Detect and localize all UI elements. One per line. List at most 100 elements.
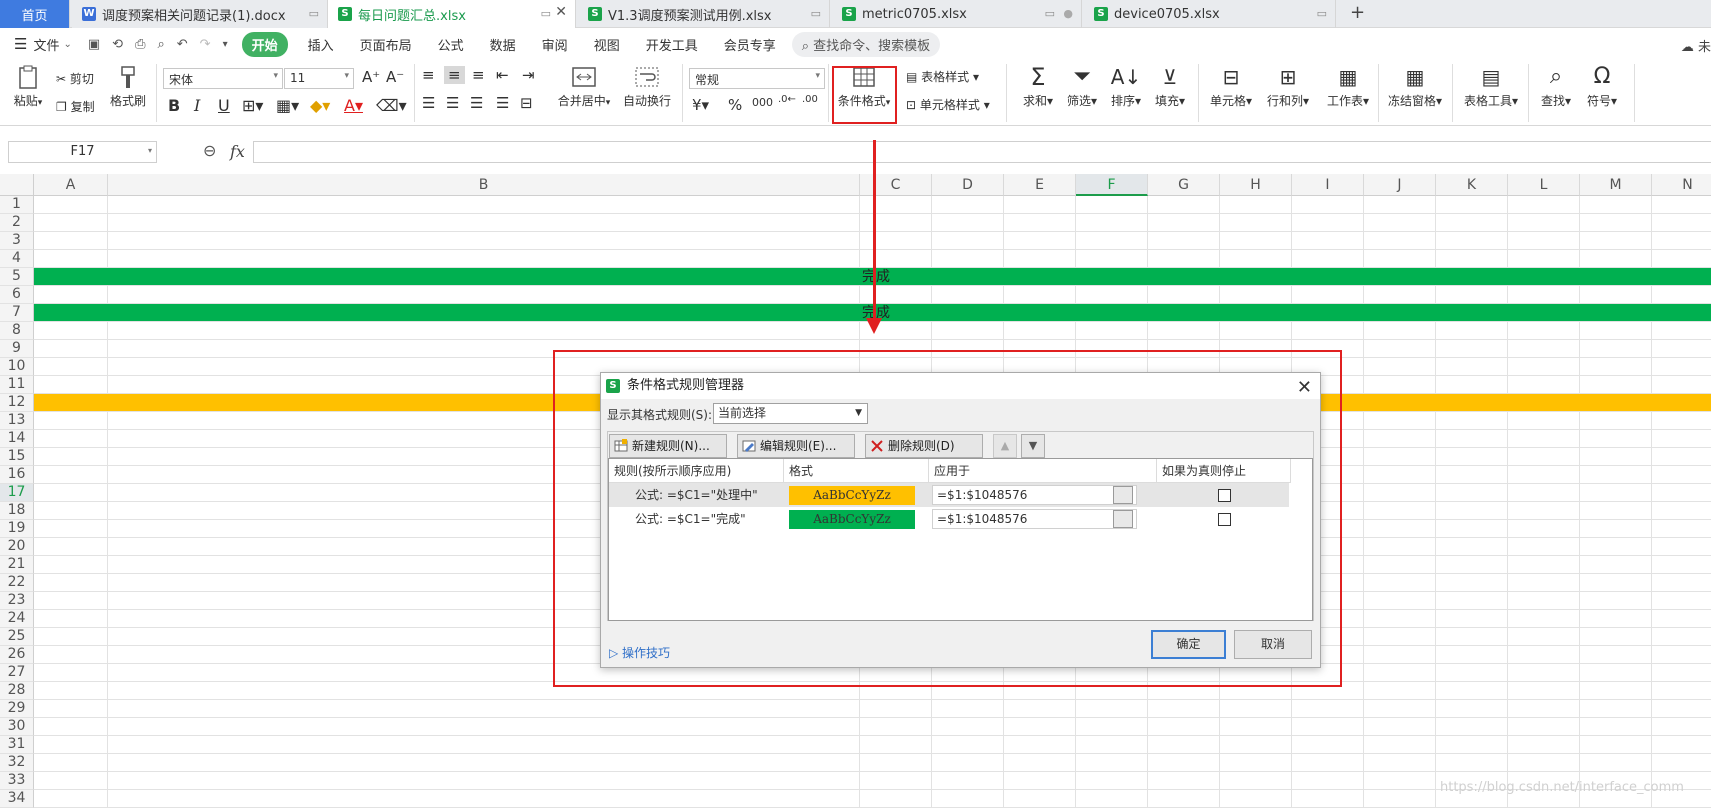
range-select-icon[interactable] <box>1113 486 1133 504</box>
increase-indent-icon[interactable]: ⇥ <box>522 66 535 84</box>
monitor-icon[interactable]: ▭ <box>309 7 319 20</box>
row-header-26[interactable]: 26 <box>0 646 34 664</box>
menu-developer[interactable]: 开发工具 <box>646 35 698 54</box>
row-header-24[interactable]: 24 <box>0 610 34 628</box>
row-header-28[interactable]: 28 <box>0 682 34 700</box>
row-header-7[interactable]: 7 <box>0 304 34 322</box>
find-button[interactable]: ⌕ 查找▾ <box>1536 64 1576 109</box>
eraser-icon[interactable]: ⌫▾ <box>376 96 407 115</box>
fx-icon[interactable]: fx <box>230 142 245 161</box>
row-header-1[interactable]: 1 <box>0 196 34 214</box>
table-tools-button[interactable]: ▤ 表格工具▾ <box>1460 64 1522 109</box>
delete-rule-button[interactable]: 删除规则(D) <box>865 434 983 458</box>
cell-c5[interactable]: 完成 <box>858 266 894 286</box>
column-header-i[interactable]: I <box>1292 174 1364 196</box>
row-header-22[interactable]: 22 <box>0 574 34 592</box>
tab-test-cases[interactable]: S V1.3调度预案测试用例.xlsx ▭ <box>578 0 830 28</box>
tips-link[interactable]: ▷ 操作技巧 <box>609 644 670 661</box>
column-header-g[interactable]: G <box>1148 174 1220 196</box>
menu-insert[interactable]: 插入 <box>308 35 334 54</box>
row-header-6[interactable]: 6 <box>0 286 34 304</box>
row-header-14[interactable]: 14 <box>0 430 34 448</box>
sum-button[interactable]: Σ 求和▾ <box>1018 64 1058 109</box>
formula-input[interactable] <box>253 141 1711 163</box>
merge-center-button[interactable]: 合并居中▾ <box>555 64 613 109</box>
grid-row-32[interactable] <box>34 754 1711 772</box>
justify-icon[interactable]: ☰ <box>496 94 509 112</box>
align-bottom-icon[interactable]: ≡ <box>472 66 485 84</box>
print-icon[interactable]: ⎙ <box>135 37 145 52</box>
row-header-34[interactable]: 34 <box>0 790 34 808</box>
column-header-j[interactable]: J <box>1364 174 1436 196</box>
row-header-5[interactable]: 5 <box>0 268 34 286</box>
column-header-m[interactable]: M <box>1580 174 1652 196</box>
paste-button[interactable]: 粘贴▾ <box>10 64 46 109</box>
column-header-c[interactable]: C <box>860 174 932 196</box>
cell-style-button[interactable]: ⊡ 单元格样式 ▾ <box>906 96 990 113</box>
monitor-icon[interactable]: ▭ <box>811 7 821 20</box>
align-left-icon[interactable]: ☰ <box>422 94 435 112</box>
tab-device[interactable]: S device0705.xlsx ▭ <box>1084 0 1336 28</box>
menu-member[interactable]: 会员专享 <box>724 35 776 54</box>
column-header-b[interactable]: B <box>108 174 860 196</box>
hamburger-icon[interactable]: ☰ <box>14 35 27 53</box>
decrease-indent-icon[interactable]: ⇤ <box>496 66 509 84</box>
new-tab-button[interactable]: + <box>1350 2 1365 23</box>
border-icon[interactable]: ⊞▾ <box>242 96 263 115</box>
row-header-12[interactable]: 12 <box>0 394 34 412</box>
row-header-19[interactable]: 19 <box>0 520 34 538</box>
font-name-select[interactable]: 宋体 ▾ <box>163 68 283 89</box>
row-header-11[interactable]: 11 <box>0 376 34 394</box>
column-header-h[interactable]: H <box>1220 174 1292 196</box>
menu-start[interactable]: 开始 <box>241 31 288 57</box>
row-header-13[interactable]: 13 <box>0 412 34 430</box>
font-color-icon[interactable]: A▾ <box>344 96 363 115</box>
row-header-2[interactable]: 2 <box>0 214 34 232</box>
row-header-18[interactable]: 18 <box>0 502 34 520</box>
applies-to-input[interactable]: =$1:$1048576 <box>932 509 1137 529</box>
column-header-e[interactable]: E <box>1004 174 1076 196</box>
align-top-icon[interactable]: ≡ <box>422 66 435 84</box>
undo-icon[interactable]: ↶ <box>177 37 188 52</box>
close-tab-icon[interactable]: ✕ <box>555 4 567 20</box>
monitor-icon[interactable]: ▭ <box>1317 7 1327 20</box>
decrease-decimal-icon[interactable]: .00 <box>802 94 818 105</box>
freeze-panes-button[interactable]: ▦ 冻结窗格▾ <box>1384 64 1446 109</box>
currency-icon[interactable]: ¥▾ <box>692 96 709 114</box>
grid-row-29[interactable] <box>34 700 1711 718</box>
column-header-a[interactable]: A <box>34 174 108 196</box>
distributed-align-icon[interactable]: ⊟ <box>520 94 533 112</box>
show-rules-select[interactable]: 当前选择 ▼ <box>713 403 868 424</box>
row-col-button[interactable]: ⊞ 行和列▾ <box>1262 64 1314 109</box>
menu-view[interactable]: 视图 <box>594 35 620 54</box>
cell-fill-pattern-icon[interactable]: ▦▾ <box>276 96 299 115</box>
row-header-3[interactable]: 3 <box>0 232 34 250</box>
move-down-button[interactable]: ▼ <box>1021 434 1045 458</box>
increase-font-icon[interactable]: A⁺ <box>362 68 380 86</box>
row-header-32[interactable]: 32 <box>0 754 34 772</box>
worksheet-button[interactable]: ▦ 工作表▾ <box>1320 64 1376 109</box>
monitor-icon[interactable]: ▭ <box>541 7 551 20</box>
increase-decimal-icon[interactable]: .0← <box>778 94 796 105</box>
tab-daily-issues[interactable]: S 每日问题汇总.xlsx ▭ ✕ <box>328 0 576 28</box>
align-right-icon[interactable]: ☰ <box>470 94 483 112</box>
move-up-button[interactable]: ▲ <box>993 434 1017 458</box>
thousands-icon[interactable]: 000 <box>752 96 773 109</box>
row-header-23[interactable]: 23 <box>0 592 34 610</box>
filter-button[interactable]: ⏷ 筛选▾ <box>1062 64 1102 109</box>
row-header-25[interactable]: 25 <box>0 628 34 646</box>
row-header-21[interactable]: 21 <box>0 556 34 574</box>
tab-home[interactable]: 首页 <box>0 0 70 28</box>
table-style-button[interactable]: ▤ 表格样式 ▾ <box>906 68 979 85</box>
menu-data[interactable]: 数据 <box>490 35 516 54</box>
tab-docx[interactable]: W 调度预案相关问题记录(1).docx ▭ <box>72 0 328 28</box>
italic-button[interactable]: I <box>194 96 200 115</box>
menu-page-layout[interactable]: 页面布局 <box>360 35 412 54</box>
ok-button[interactable]: 确定 <box>1151 630 1226 659</box>
chevron-down-icon[interactable]: ▾ <box>148 146 152 155</box>
applies-to-input[interactable]: =$1:$1048576 <box>932 485 1137 505</box>
close-icon[interactable]: ✕ <box>1297 375 1312 401</box>
font-size-select[interactable]: 11 ▾ <box>284 68 354 89</box>
cell-button[interactable]: ⊟ 单元格▾ <box>1206 64 1256 109</box>
row-header-20[interactable]: 20 <box>0 538 34 556</box>
